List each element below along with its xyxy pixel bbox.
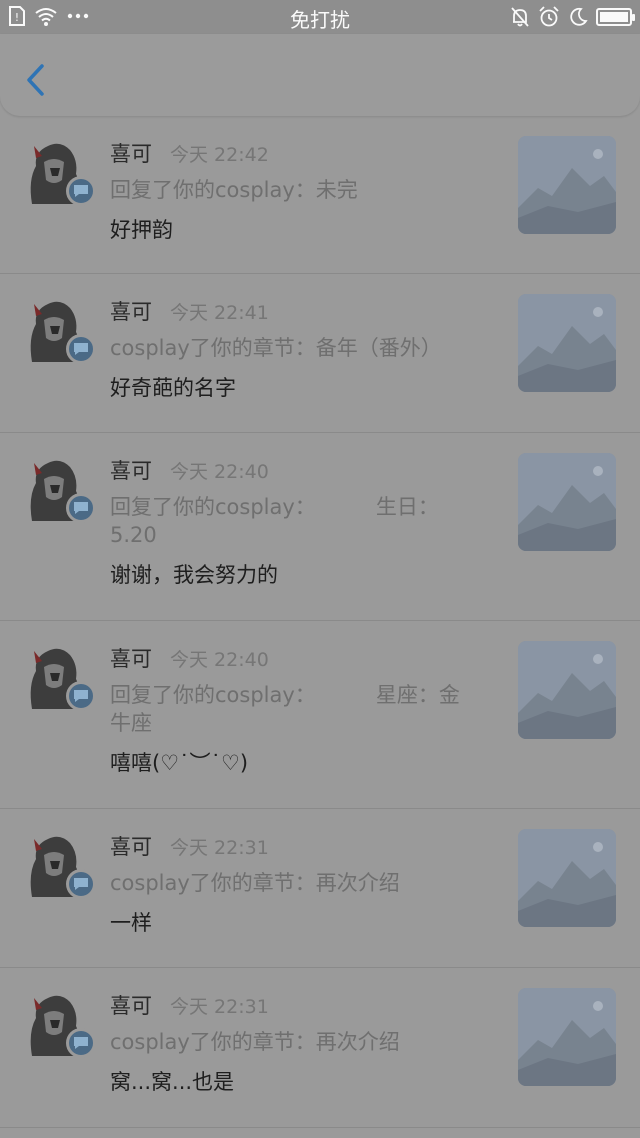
timestamp: 今天 22:31: [170, 837, 269, 859]
comment-text: 谢谢，我会努力的: [110, 563, 278, 587]
thumbnail-image[interactable]: [518, 988, 616, 1086]
status-right: [510, 6, 635, 28]
comment-badge-icon: [66, 334, 96, 364]
username[interactable]: 喜可: [110, 990, 152, 1020]
comment-badge-icon: [66, 493, 96, 523]
username[interactable]: 喜可: [110, 455, 152, 485]
thumbnail-image[interactable]: [518, 136, 616, 234]
timestamp: 今天 22:31: [170, 996, 269, 1018]
timestamp: 今天 22:41: [170, 302, 269, 324]
comment-text: 好奇葩的名字: [110, 376, 236, 400]
thumbnail-image[interactable]: [518, 829, 616, 927]
thumbnail-image[interactable]: [518, 294, 616, 392]
header-bar: [0, 34, 640, 116]
alarm-icon: [539, 6, 559, 27]
timestamp: 今天 22:42: [170, 144, 269, 166]
notification-item[interactable]: 喜可 今天 22:31 cosplay了你的章节：再次介绍 窝...窝...也是: [0, 968, 640, 1128]
username[interactable]: 喜可: [110, 138, 152, 168]
battery-icon: [596, 8, 635, 26]
comment-text: 嘻嘻(♡˙︶˙♡): [110, 751, 249, 775]
thumbnail-image[interactable]: [518, 453, 616, 551]
notification-item[interactable]: 喜可 今天 22:31 cosplay了你的章节：再次介绍 一样: [0, 809, 640, 968]
comment-badge-icon: [66, 681, 96, 711]
action-text: 回复了你的cosplay： 星座：金 牛座: [110, 683, 460, 735]
action-text: cosplay了你的章节：备年（番外）: [110, 336, 442, 360]
username[interactable]: 喜可: [110, 831, 152, 861]
notification-item[interactable]: 喜可 今天 22:41 cosplay了你的章节：备年（番外） 好奇葩的名字: [0, 274, 640, 433]
status-bar: ! 免打扰: [0, 0, 640, 34]
notification-item[interactable]: 喜可 今天 22:42 回复了你的cosplay：未完 好押韵: [0, 116, 640, 274]
action-text: cosplay了你的章节：再次介绍: [110, 871, 400, 895]
action-text: 回复了你的cosplay： 生日： 5.20: [110, 495, 439, 547]
timestamp: 今天 22:40: [170, 461, 269, 483]
comment-text: 窝...窝...也是: [110, 1070, 235, 1094]
notification-item[interactable]: 喜可 今天 22:40 回复了你的cosplay： 星座：金 牛座 嘻嘻(♡˙︶…: [0, 621, 640, 809]
moon-icon: [570, 7, 588, 26]
comment-badge-icon: [66, 176, 96, 206]
chevron-left-icon[interactable]: [20, 62, 54, 98]
timestamp: 今天 22:40: [170, 649, 269, 671]
bell-off-icon: [511, 7, 529, 27]
notification-list: 喜可 今天 22:42 回复了你的cosplay：未完 好押韵 喜可 今天 22: [0, 116, 640, 1128]
notification-item[interactable]: 喜可 今天 22:40 回复了你的cosplay： 生日： 5.20 谢谢，我会…: [0, 433, 640, 621]
comment-text: 好押韵: [110, 218, 173, 242]
username[interactable]: 喜可: [110, 643, 152, 673]
username[interactable]: 喜可: [110, 296, 152, 326]
comment-badge-icon: [66, 869, 96, 899]
action-text: cosplay了你的章节：再次介绍: [110, 1030, 400, 1054]
comment-badge-icon: [66, 1028, 96, 1058]
thumbnail-image[interactable]: [518, 641, 616, 739]
action-text: 回复了你的cosplay：未完: [110, 178, 358, 202]
comment-text: 一样: [110, 911, 152, 935]
